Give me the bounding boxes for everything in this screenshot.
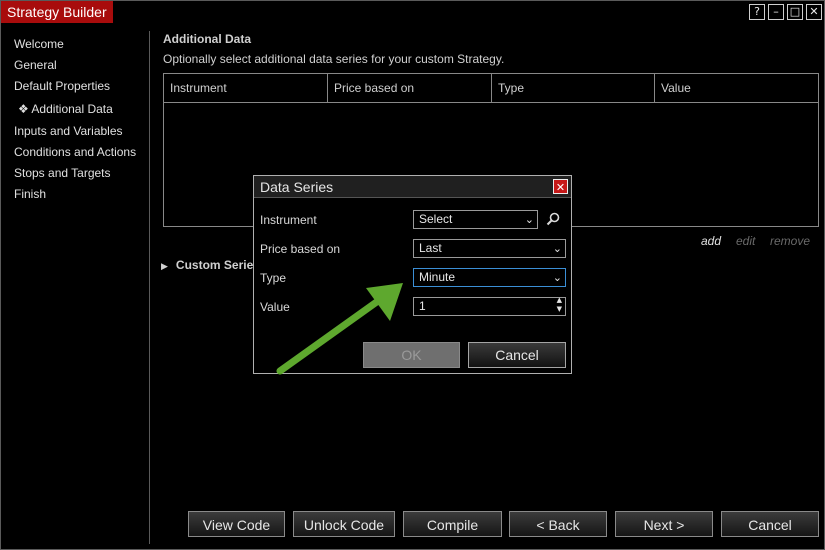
custom-series-expander[interactable]: ▶ Custom Series: [161, 258, 260, 272]
sidebar-item-welcome[interactable]: Welcome: [14, 37, 64, 51]
instrument-select[interactable]: Select ⌄: [413, 210, 538, 229]
price-based-on-label: Price based on: [260, 242, 341, 256]
minimize-button[interactable]: –: [768, 4, 784, 20]
help-button[interactable]: ?: [749, 4, 765, 20]
custom-series-label: Custom Series: [175, 258, 260, 272]
edit-link[interactable]: edit: [736, 234, 755, 248]
instrument-label: Instrument: [260, 213, 317, 227]
dialog-close-button[interactable]: ✕: [553, 179, 568, 194]
annotation-arrow-icon: [276, 283, 403, 375]
sidebar-item-additional-data[interactable]: ❖ Additional Data: [18, 102, 113, 116]
remove-link[interactable]: remove: [770, 234, 810, 248]
sidebar-item-default-properties[interactable]: Default Properties: [14, 79, 110, 93]
value-number: 1: [419, 299, 426, 313]
close-button[interactable]: ✕: [806, 4, 822, 20]
close-icon: ✕: [555, 181, 566, 194]
dialog-title: Data Series ✕: [254, 176, 571, 198]
dialog-cancel-button[interactable]: Cancel: [468, 342, 566, 368]
search-icon[interactable]: [546, 212, 560, 226]
dialog-title-text: Data Series: [260, 179, 334, 195]
add-link[interactable]: add: [701, 234, 721, 248]
grid-header: Instrument Price based on Type Value: [164, 74, 818, 103]
chevron-down-icon: ⌄: [524, 213, 534, 226]
section-title: Additional Data: [163, 32, 252, 46]
next-button[interactable]: Next >: [615, 511, 713, 537]
chevron-down-icon: ⌄: [552, 242, 562, 255]
column-header-price-based-on[interactable]: Price based on: [328, 74, 492, 102]
section-description: Optionally select additional data series…: [163, 52, 505, 66]
sidebar-item-finish[interactable]: Finish: [14, 187, 46, 201]
window-title: Strategy Builder: [1, 1, 113, 23]
type-select[interactable]: Minute ⌄: [413, 268, 566, 287]
unlock-code-button[interactable]: Unlock Code: [293, 511, 395, 537]
instrument-value: Select: [419, 212, 453, 226]
cancel-button[interactable]: Cancel: [721, 511, 819, 537]
maximize-button[interactable]: □: [787, 4, 803, 20]
column-header-instrument[interactable]: Instrument: [164, 74, 328, 102]
sidebar-item-general[interactable]: General: [14, 58, 57, 72]
spinner-arrows-icon[interactable]: ▲ ▼: [557, 296, 562, 314]
value-stepper[interactable]: 1 ▲ ▼: [413, 296, 566, 316]
sidebar-item-stops-and-targets[interactable]: Stops and Targets: [14, 166, 111, 180]
sidebar-item-inputs-and-variables[interactable]: Inputs and Variables: [14, 124, 123, 138]
view-code-button[interactable]: View Code: [188, 511, 285, 537]
sidebar-item-conditions-and-actions[interactable]: Conditions and Actions: [14, 145, 136, 159]
type-value: Minute: [419, 270, 456, 284]
price-based-on-value: Last: [419, 241, 442, 255]
sidebar: Welcome General Default Properties ❖ Add…: [2, 24, 149, 544]
sidebar-divider: [149, 31, 150, 544]
column-header-type[interactable]: Type: [492, 74, 655, 102]
price-based-on-select[interactable]: Last ⌄: [413, 239, 566, 258]
chevron-down-icon: ⌄: [552, 271, 562, 284]
back-button[interactable]: < Back: [509, 511, 607, 537]
compile-button[interactable]: Compile: [403, 511, 502, 537]
column-header-value[interactable]: Value: [655, 74, 818, 102]
expand-triangle-icon: ▶: [161, 262, 168, 272]
title-bar: Strategy Builder ? – □ ✕: [1, 1, 824, 23]
